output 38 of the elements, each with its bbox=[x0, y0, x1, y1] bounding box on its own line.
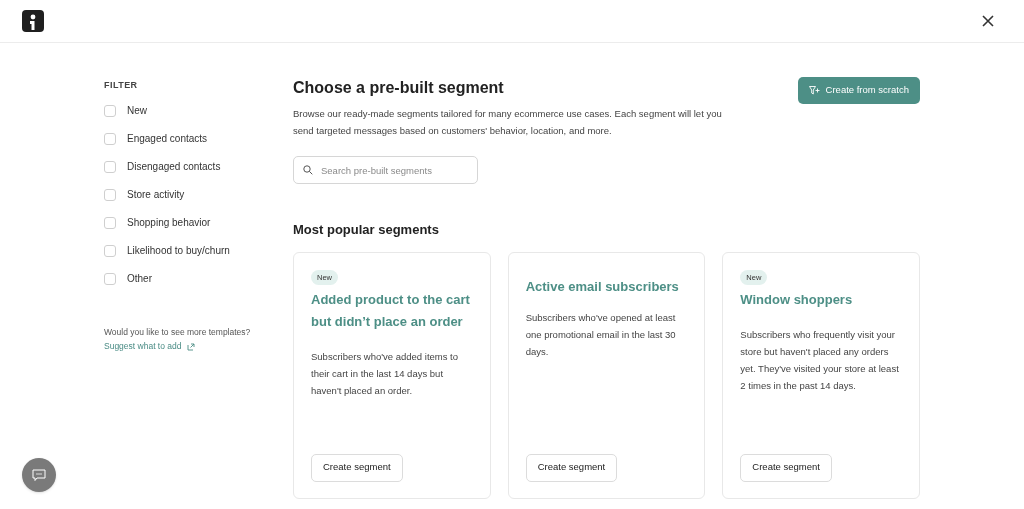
page-title: Choose a pre-built segment bbox=[293, 78, 505, 98]
filter-checkbox[interactable] bbox=[104, 104, 116, 117]
filter-label: Likelihood to buy/churn bbox=[127, 244, 230, 258]
close-icon[interactable] bbox=[982, 15, 994, 27]
filter-checkbox[interactable] bbox=[104, 244, 116, 257]
create-segment-button[interactable]: Create segment bbox=[311, 453, 403, 482]
card-description: Subscribers who've added items to their cart in the last 14 days but haven't placed an order. bbox=[311, 349, 460, 398]
card-title: Added product to the cart but didn’t place an order bbox=[311, 290, 471, 331]
logo-icon bbox=[22, 10, 44, 32]
filter-label: Shopping behavior bbox=[127, 216, 211, 230]
filter-label: Store activity bbox=[127, 188, 185, 202]
card-title: Window shoppers bbox=[740, 290, 854, 309]
filter-label: Disengaged contacts bbox=[127, 160, 221, 174]
chat-icon bbox=[32, 468, 46, 482]
section-title: Most popular segments bbox=[293, 221, 440, 239]
filter-label: New bbox=[127, 104, 147, 118]
suggest-link[interactable]: Suggest what to add bbox=[104, 340, 293, 353]
chat-button[interactable] bbox=[22, 458, 56, 492]
create-segment-button[interactable]: Create segment bbox=[740, 453, 832, 482]
templates-prompt: Would you like to see more templates? bbox=[104, 325, 252, 339]
filter-label: Other bbox=[127, 272, 152, 286]
filter-checkbox[interactable] bbox=[104, 272, 116, 285]
filter-plus-icon bbox=[808, 86, 820, 95]
create-from-scratch-button[interactable]: Create from scratch bbox=[797, 77, 920, 104]
external-link-icon bbox=[186, 342, 195, 351]
filter-checkbox[interactable] bbox=[104, 188, 116, 201]
filter-checkbox[interactable] bbox=[104, 160, 116, 173]
filter-label: Engaged contacts bbox=[127, 132, 208, 146]
card-description: Subscribers who've opened at least one promotional email in the last 30 days. bbox=[525, 310, 677, 359]
page-description: Browse our ready-made segments tailored for many ecommerce use cases. Each segment will let you send targeted messages based on customers' behavior, location, and more. bbox=[293, 107, 723, 138]
filter-checkbox[interactable] bbox=[104, 132, 116, 145]
search-icon bbox=[303, 165, 313, 175]
filter-heading: FILTER bbox=[104, 79, 139, 92]
create-segment-button[interactable]: Create segment bbox=[525, 453, 618, 482]
search-field[interactable]: Search pre-built segments bbox=[293, 156, 478, 184]
card-description: Subscribers who frequently visit your store but haven't placed any orders yet. They've visited your store at least 2 times in the past 14 days. bbox=[740, 327, 900, 393]
filter-checkbox[interactable] bbox=[104, 216, 116, 229]
card-title: Active email subscribers bbox=[525, 277, 680, 296]
